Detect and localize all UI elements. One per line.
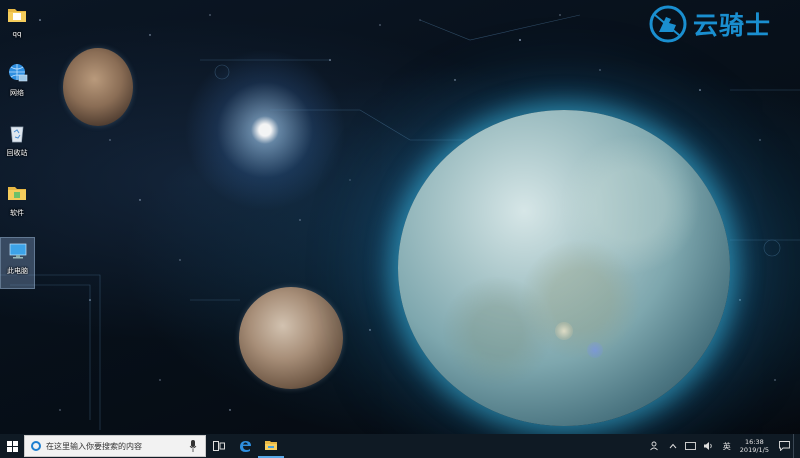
medium-planet (239, 287, 343, 389)
desktop-icon-qq[interactable]: qq (2, 2, 32, 52)
people-button[interactable] (649, 440, 661, 452)
desktop-icon-this-pc[interactable]: 此电脑 (0, 237, 35, 289)
show-hidden-icons-button[interactable] (667, 440, 679, 452)
task-view-button[interactable] (206, 434, 232, 458)
desktop-icon-label: 软件 (10, 209, 24, 217)
desktop-icon-network[interactable]: 网络 (2, 60, 32, 110)
small-planet (63, 48, 133, 126)
network-icon (9, 64, 28, 82)
clock-date: 2019/1/5 (739, 446, 769, 454)
desktop-icon-recycle-bin[interactable]: 回收站 (2, 120, 32, 170)
start-button[interactable] (3, 434, 21, 458)
large-planet (398, 110, 730, 426)
yunqishi-logo: 云骑士 (649, 4, 794, 44)
recycle-bin-icon (10, 126, 24, 143)
notification-icon (685, 441, 697, 450)
clock[interactable]: 16:38 2019/1/5 (740, 438, 769, 454)
computer-icon (9, 243, 26, 259)
edge-button[interactable] (232, 434, 258, 458)
desktop-wallpaper (0, 0, 800, 434)
file-explorer-icon (265, 441, 277, 450)
task-view-icon (213, 441, 225, 451)
volume-icon (704, 442, 712, 450)
microphone-icon[interactable] (189, 440, 197, 452)
volume-button[interactable] (703, 440, 715, 452)
desktop-icon-software[interactable]: 软件 (2, 180, 32, 230)
action-center-icon (778, 441, 790, 451)
cortana-icon (31, 441, 41, 451)
clock-time: 16:38 (745, 438, 764, 446)
notification-button[interactable] (685, 440, 697, 452)
desktop-icon-label: 此电脑 (7, 267, 28, 275)
folder-icon (8, 187, 26, 200)
people-icon (649, 441, 658, 451)
taskbar-search-box[interactable]: 在这里输入你要搜索的内容 (24, 435, 206, 457)
show-desktop-button[interactable] (793, 434, 798, 458)
edge-icon (240, 441, 251, 452)
desktop-icon-label: 回收站 (6, 149, 28, 157)
system-tray: 英 16:38 2019/1/5 (646, 434, 800, 458)
logo-text: 云骑士 (693, 11, 772, 40)
search-placeholder: 在这里输入你要搜索的内容 (46, 441, 142, 451)
lens-flare-blue (587, 342, 603, 358)
folder-icon (8, 9, 26, 22)
input-method-button[interactable]: 英 (721, 440, 733, 452)
knight-logo-icon (649, 5, 687, 43)
lens-flare (555, 322, 573, 340)
taskbar: 在这里输入你要搜索的内容 英 16:38 2019/1/5 (0, 434, 800, 458)
chevron-up-icon (669, 443, 677, 449)
input-method-label: 英 (722, 441, 731, 451)
desktop-icon-label: 网络 (10, 89, 24, 97)
windows-logo-icon (6, 440, 18, 452)
desktop-icon-label: qq (12, 30, 22, 38)
action-center-button[interactable] (778, 440, 790, 452)
file-explorer-button[interactable] (258, 434, 284, 458)
